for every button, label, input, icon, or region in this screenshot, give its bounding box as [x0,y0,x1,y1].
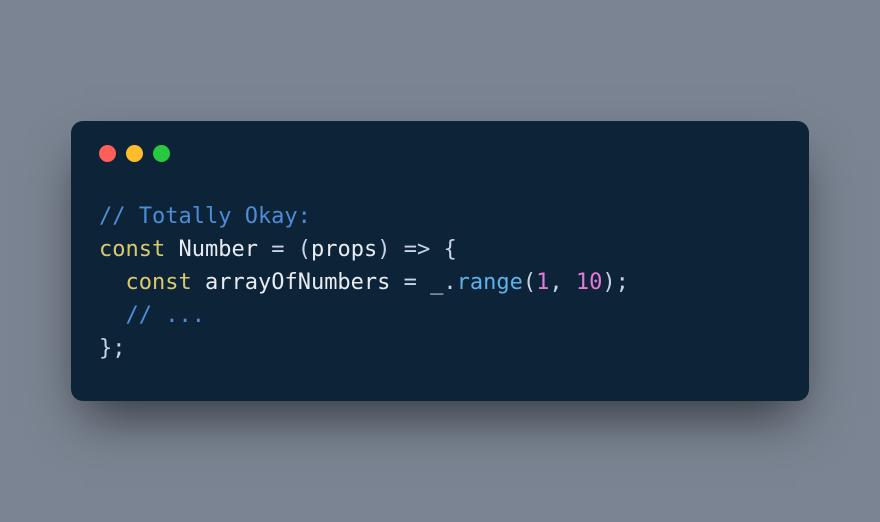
code-punct: ) [602,270,615,295]
code-arrow: => [404,237,431,262]
code-keyword: const [99,237,165,262]
code-text [563,270,576,295]
code-keyword: const [126,270,192,295]
code-text [284,237,297,262]
code-identifier: arrayOfNumbers [205,270,390,295]
code-block: // Totally Okay: const Number = (props) … [99,200,781,365]
minimize-icon[interactable] [126,145,143,162]
code-text [417,270,430,295]
code-method: range [457,270,523,295]
code-text [430,237,443,262]
code-punct: = [404,270,417,295]
code-punct: { [443,237,456,262]
maximize-icon[interactable] [153,145,170,162]
code-indent [99,303,126,328]
code-comment: // ... [126,303,205,328]
code-punct: ( [523,270,536,295]
code-punct: ; [616,270,629,295]
code-text [165,237,178,262]
code-punct: } [99,336,112,361]
code-number: 10 [576,270,603,295]
code-punct: ) [377,237,390,262]
code-text [258,237,271,262]
code-punct: ( [298,237,311,262]
code-identifier: Number [178,237,257,262]
code-param: props [311,237,377,262]
code-punct: . [443,270,456,295]
code-punct: , [549,270,562,295]
code-text [390,270,403,295]
code-indent [99,270,126,295]
code-identifier: _ [430,270,443,295]
code-punct: ; [112,336,125,361]
code-number: 1 [536,270,549,295]
code-text [192,270,205,295]
code-punct: = [271,237,284,262]
code-window: // Totally Okay: const Number = (props) … [71,121,809,401]
code-text [390,237,403,262]
traffic-lights [99,145,781,162]
close-icon[interactable] [99,145,116,162]
code-comment: // Totally Okay: [99,204,311,229]
